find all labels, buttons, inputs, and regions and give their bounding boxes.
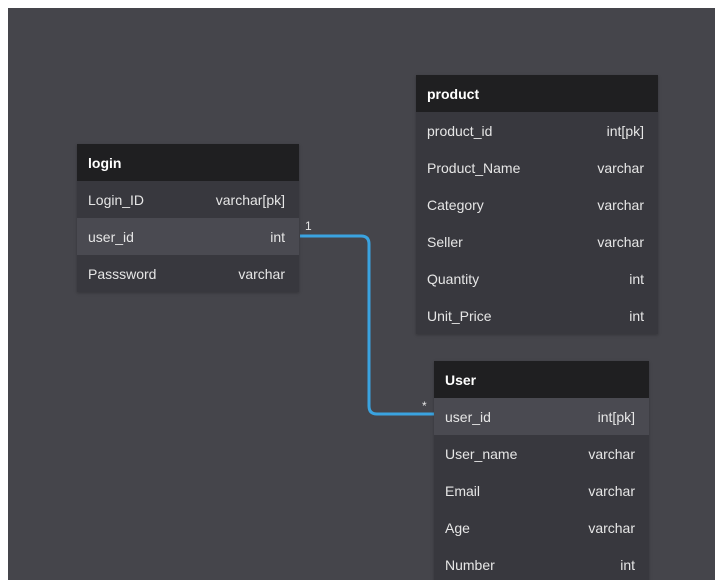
cardinality-many-label: * [422, 399, 427, 413]
column-name: Seller [427, 233, 463, 250]
column-type: int[pk] [597, 408, 635, 425]
column-name: Age [445, 519, 470, 536]
table-row[interactable]: Login_ID varchar[pk] [77, 181, 299, 218]
cardinality-one-label: 1 [305, 219, 312, 233]
column-name: Unit_Price [427, 307, 492, 324]
table-row[interactable]: product_id int[pk] [416, 112, 658, 149]
table-header[interactable]: User [434, 361, 649, 398]
column-name: Email [445, 482, 481, 499]
table-row[interactable]: user_id int[pk] [434, 398, 649, 435]
column-type: varchar [597, 196, 644, 213]
column-type: varchar[pk] [215, 191, 285, 208]
table-header[interactable]: product [416, 75, 658, 112]
column-name: Product_Name [427, 159, 521, 176]
table-header[interactable]: login [77, 144, 299, 181]
column-name: Number [445, 556, 495, 573]
table-row[interactable]: Seller varchar [416, 223, 658, 260]
diagram-canvas: 1 * login Login_ID varchar[pk] user_id i… [8, 8, 715, 580]
table-row[interactable]: Unit_Price int [416, 297, 658, 334]
column-type: varchar [597, 159, 644, 176]
table-row[interactable]: Product_Name varchar [416, 149, 658, 186]
column-type: int [620, 556, 635, 573]
column-name: Login_ID [88, 191, 145, 208]
table-product[interactable]: product product_id int[pk] Product_Name … [416, 75, 658, 334]
table-row[interactable]: Number int [434, 546, 649, 580]
table-row[interactable]: Age varchar [434, 509, 649, 546]
column-name: user_id [88, 228, 134, 245]
column-type: int [629, 270, 644, 287]
column-name: Category [427, 196, 484, 213]
table-user[interactable]: User user_id int[pk] User_name varchar E… [434, 361, 649, 580]
column-type: int [629, 307, 644, 324]
table-row[interactable]: Quantity int [416, 260, 658, 297]
column-name: Quantity [427, 270, 480, 287]
column-type: varchar [588, 482, 635, 499]
column-name: User_name [445, 445, 518, 462]
column-name: user_id [445, 408, 491, 425]
column-type: varchar [238, 265, 285, 282]
column-type: varchar [588, 445, 635, 462]
table-row[interactable]: Email varchar [434, 472, 649, 509]
column-type: int [270, 228, 285, 245]
column-type: int[pk] [606, 122, 644, 139]
column-type: varchar [597, 233, 644, 250]
relationship-line[interactable] [300, 234, 434, 416]
table-row[interactable]: Category varchar [416, 186, 658, 223]
table-login[interactable]: login Login_ID varchar[pk] user_id int P… [77, 144, 299, 292]
table-row[interactable]: User_name varchar [434, 435, 649, 472]
table-row[interactable]: Passsword varchar [77, 255, 299, 292]
column-name: product_id [427, 122, 493, 139]
table-row[interactable]: user_id int [77, 218, 299, 255]
column-name: Passsword [88, 265, 157, 282]
column-type: varchar [588, 519, 635, 536]
